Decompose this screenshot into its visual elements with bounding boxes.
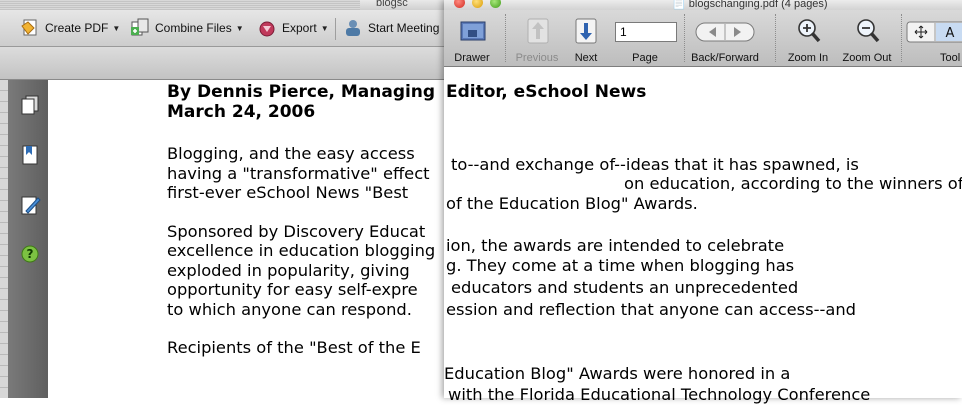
back-forward-icon bbox=[695, 22, 755, 45]
page-field-group: Page bbox=[632, 52, 658, 64]
combine-files-button[interactable]: Combine Files ▼ bbox=[130, 16, 244, 40]
bookmarks-panel-icon[interactable] bbox=[20, 144, 40, 166]
create-pdf-button[interactable]: Create PDF ▼ bbox=[20, 16, 120, 40]
preview-title-bar: 📄 blogschanging.pdf (4 pages) bbox=[444, 0, 962, 10]
down-arrow-icon bbox=[575, 18, 597, 47]
svg-text:?: ? bbox=[27, 247, 34, 261]
combine-files-icon bbox=[130, 18, 150, 38]
svg-text:A: A bbox=[946, 26, 955, 41]
next-button[interactable]: Next bbox=[565, 10, 607, 66]
pages-panel-icon[interactable] bbox=[20, 94, 40, 116]
previous-button[interactable]: Previous bbox=[512, 10, 562, 66]
export-button[interactable]: Export ▼ bbox=[257, 16, 329, 40]
tool-button[interactable]: A Tool bbox=[906, 10, 962, 66]
signatures-panel-icon[interactable] bbox=[20, 194, 41, 216]
preview-document-area: Editor, eSchool News to--and exchange of… bbox=[444, 67, 962, 404]
zoom-in-button[interactable]: Zoom In bbox=[781, 10, 835, 66]
article-heading: Editor, eSchool News bbox=[446, 82, 647, 102]
help-icon[interactable]: ? bbox=[20, 244, 40, 266]
create-pdf-icon bbox=[20, 18, 40, 38]
up-arrow-icon bbox=[527, 18, 549, 47]
export-icon bbox=[257, 18, 277, 38]
acrobat-sidebar: ? bbox=[0, 80, 48, 398]
zoom-out-button[interactable]: Zoom Out bbox=[836, 10, 898, 66]
zoom-in-icon bbox=[796, 17, 822, 48]
preview-toolbar: Drawer Previous Next 1 Page Back/Forward bbox=[444, 10, 962, 67]
drawer-icon bbox=[460, 19, 486, 46]
drawer-button[interactable]: Drawer bbox=[448, 10, 496, 66]
minimize-window-button[interactable] bbox=[472, 0, 483, 8]
preview-title: 📄 blogschanging.pdf (4 pages) bbox=[672, 0, 828, 10]
tool-mode-icon: A bbox=[906, 21, 962, 46]
zoom-out-icon bbox=[855, 17, 881, 48]
zoom-window-button[interactable] bbox=[490, 0, 501, 8]
start-meeting-button[interactable]: Start Meeting bbox=[343, 16, 439, 40]
preview-window: 📄 blogschanging.pdf (4 pages) Drawer Pre… bbox=[444, 0, 962, 404]
close-window-button[interactable] bbox=[454, 0, 465, 8]
back-forward-button[interactable]: Back/Forward bbox=[688, 10, 762, 66]
meeting-icon bbox=[343, 18, 363, 38]
acrobat-title: blogsc bbox=[376, 0, 408, 9]
